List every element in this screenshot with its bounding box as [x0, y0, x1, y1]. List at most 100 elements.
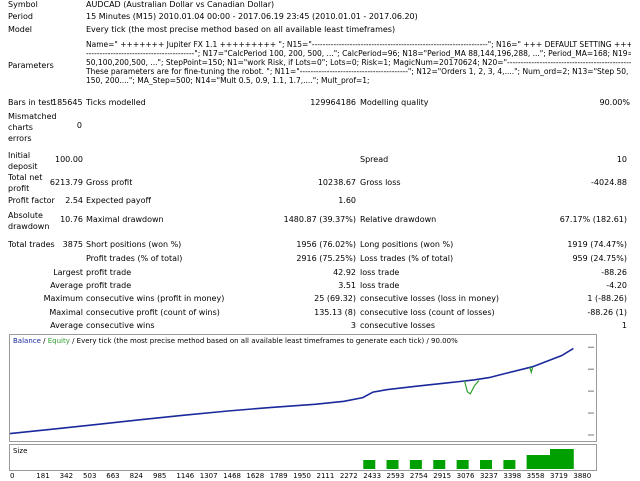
balance-chart-plot: 62964722314815740 [10, 346, 594, 436]
size-bar [526, 455, 539, 469]
mismatch-line: errors [8, 134, 32, 143]
deposit-label: Initial deposit [8, 150, 38, 172]
mx-loss-label: consecutive loss (count of losses) [360, 308, 495, 317]
grossloss-value: -4024.88 [591, 178, 627, 187]
x-tick-label: 2111 [317, 472, 335, 480]
pf-value: 2.54 [65, 196, 83, 205]
x-tick-label: 1789 [270, 472, 288, 480]
netprofit-line: profit [8, 184, 30, 193]
ticks-label: Ticks modelled [86, 98, 146, 107]
x-tick-label: 1307 [200, 472, 218, 480]
deposit-value: 100.00 [55, 155, 83, 164]
x-tick-label: 663 [106, 472, 119, 480]
quality-value: 90.00% [599, 98, 630, 107]
lt-label: Loss trades (% of total) [360, 254, 454, 263]
size-bar [433, 460, 446, 469]
trades-value: 3875 [62, 240, 83, 249]
mc-losses-label: consecutive losses (loss in money) [360, 294, 500, 303]
short-value: 1956 (76.02%) [296, 240, 356, 249]
largest-label: Largest [53, 268, 83, 277]
payoff-label: Expected payoff [86, 196, 151, 205]
mismatch-label: Mismatched charts errors [8, 111, 57, 144]
size-chart: Size [9, 444, 597, 471]
ticks-value: 129964186 [310, 98, 356, 107]
maximal-label: Maximal [49, 308, 83, 317]
size-bar [480, 460, 493, 469]
absdd-value: 10.76 [60, 215, 83, 224]
size-bar [503, 460, 516, 469]
grossloss-label: Gross loss [360, 178, 401, 187]
x-tick-label: 1146 [176, 472, 194, 480]
maxcons-label: Maximum [43, 294, 83, 303]
parameters-value: Name=" +++++++ Jupiter FX 1.1 +++++++++ … [86, 40, 631, 85]
av-loss-value: -4.20 [606, 281, 627, 290]
mc-wins-value: 25 (69.32) [314, 294, 356, 303]
reldd-label: Relative drawdown [360, 215, 437, 224]
long-label: Long positions (won %) [360, 240, 454, 249]
lt-value: 959 (24.75%) [572, 254, 627, 263]
x-tick-label: 0 [10, 472, 14, 480]
size-bar [550, 449, 563, 469]
balance-chart: Balance / Equity / Every tick (the most … [9, 334, 597, 442]
symbol-value: AUDCAD (Australian Dollar vs Canadian Do… [86, 0, 275, 9]
x-tick-label: 824 [130, 472, 144, 480]
x-tick-label: 3719 [550, 472, 568, 480]
mx-profit-label: consecutive profit (count of wins) [86, 308, 220, 317]
x-tick-label: 3076 [457, 472, 475, 480]
mismatch-value: 0 [76, 121, 82, 130]
x-tick-label: 1628 [246, 472, 264, 480]
pt-label: Profit trades (% of total) [86, 254, 183, 263]
absdd-line: drawdown [8, 222, 50, 231]
absdd-line: Absolute [8, 211, 43, 220]
ac-wins-label: consecutive wins [86, 321, 155, 330]
av-loss-label: loss trade [360, 281, 400, 290]
grossprofit-label: Gross profit [86, 178, 133, 187]
mc-losses-value: 1 (-88.26) [587, 294, 627, 303]
mx-profit-value: 135.13 (8) [314, 308, 356, 317]
quality-label: Modelling quality [360, 98, 429, 107]
average-label: Average [50, 281, 83, 290]
size-bar [561, 449, 574, 469]
size-bar [363, 460, 376, 469]
lg-profit-value: 42.92 [333, 268, 356, 277]
size-bar [538, 455, 551, 469]
balance-line [10, 347, 574, 435]
avgcons-label: Average [50, 321, 83, 330]
payoff-value: 1.60 [338, 196, 356, 205]
av-profit-value: 3.51 [338, 281, 356, 290]
ac-losses-value: 1 [621, 321, 627, 330]
mismatch-line: charts [8, 123, 33, 132]
x-tick-label: 181 [36, 472, 49, 480]
x-tick-label: 342 [60, 472, 73, 480]
parameters-label: Parameters [8, 61, 54, 70]
mc-wins-label: consecutive wins (profit in money) [86, 294, 225, 303]
netprofit-line: Total net [8, 173, 43, 182]
param-line: Name=" +++++++ Jupiter FX 1.1 +++++++++ … [86, 40, 631, 49]
symbol-label: Symbol [8, 0, 38, 9]
period-label: Period [8, 12, 33, 21]
grossprofit-value: 10238.67 [317, 178, 356, 187]
netprofit-value: 6213.79 [49, 178, 83, 187]
lg-loss-value: -88.26 [601, 268, 627, 277]
x-tick-label: 985 [153, 472, 166, 480]
ac-wins-value: 3 [350, 321, 356, 330]
lg-loss-label: loss trade [360, 268, 400, 277]
equity-line [463, 380, 480, 395]
x-tick-label: 2593 [387, 472, 405, 480]
x-tick-label: 503 [83, 472, 96, 480]
size-bar [409, 460, 422, 469]
trades-label: Total trades [8, 240, 55, 249]
bars-label: Bars in test [8, 98, 54, 107]
av-profit-label: profit trade [86, 281, 132, 290]
pt-value: 2916 (75.25%) [296, 254, 356, 263]
x-tick-label: 3237 [480, 472, 498, 480]
x-axis: 0 181 342 503 663 824 985 1146 1307 1468 1628 1789 1… [10, 472, 591, 480]
param-line: 50,100,200,500, ..."; StepPoint=150; N1=… [86, 58, 631, 67]
model-label: Model [8, 25, 33, 34]
deposit-line: deposit [8, 162, 38, 171]
bars-value: 185645 [52, 98, 83, 107]
size-bar [456, 460, 469, 469]
maxdd-value: 1480.87 (39.37%) [283, 215, 356, 224]
long-value: 1919 (74.47%) [567, 240, 627, 249]
reldd-value: 67.17% (182.61) [559, 215, 627, 224]
